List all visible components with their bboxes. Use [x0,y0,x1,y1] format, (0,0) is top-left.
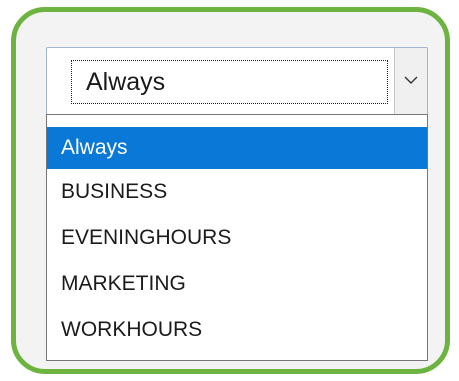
dropdown-arrow-button[interactable] [394,48,427,114]
dropdown-list[interactable]: Always BUSINESS EVENINGHOURS MARKETING W… [46,114,428,361]
chevron-down-icon [404,76,418,84]
combo-selected-value[interactable]: Always [71,60,388,104]
side-label: C [445,66,450,95]
schedule-combo-box[interactable]: Always [46,47,428,115]
highlight-panel: Always C Always BUSINESS EVENINGHOURS MA… [11,7,450,374]
dropdown-option-always[interactable]: Always [47,127,427,169]
dropdown-option-eveninghours[interactable]: EVENINGHOURS [47,215,427,261]
dropdown-option-marketing[interactable]: MARKETING [47,261,427,307]
dropdown-option-workhours[interactable]: WORKHOURS [47,307,427,353]
dropdown-option-business[interactable]: BUSINESS [47,169,427,215]
